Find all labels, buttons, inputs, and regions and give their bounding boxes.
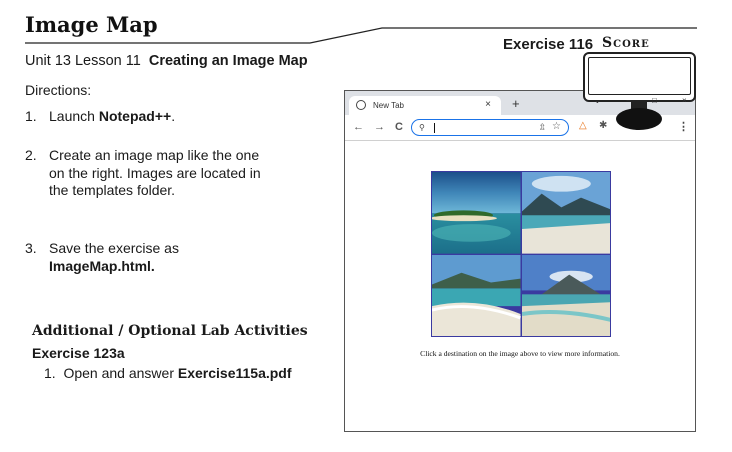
exercise-number: Exercise 116 [503,36,594,53]
address-input[interactable]: ⚲ ⇫ ☆ [411,119,569,136]
monitor-stand-base [616,108,662,130]
image-map [431,171,611,337]
step-text: Create an image map like the one on the … [49,147,261,198]
maximize-icon[interactable]: □ [652,96,657,105]
pdf-filename: Exercise115a.pdf [177,365,292,381]
lesson-title: Creating an Image Map [148,53,308,69]
new-tab-button[interactable]: + [512,96,520,111]
monitor-icon [583,52,696,102]
tab-label: New Tab [373,101,404,110]
page-title: Image Map [25,12,158,37]
lesson-prefix: Unit 13 Lesson 11 [25,53,141,69]
text-caret [434,123,435,133]
bookmark-star-icon[interactable]: ☆ [552,121,561,132]
step-1: 1. Launch Notepad++. [25,108,295,126]
image-shoreline-waves[interactable] [432,254,521,337]
additional-item: 1. Open and answer Exercise115a.pdf [44,365,292,381]
step-text: Launch Notepad++. [49,108,176,124]
directions-heading: Directions: [25,82,92,98]
monitor-screen [588,57,691,95]
image-island-aerial[interactable] [432,172,521,254]
search-icon: ⚲ [419,123,425,132]
puzzle-extensions-icon[interactable]: ✱ [599,120,607,131]
menu-icon[interactable]: ⋮ [678,120,689,133]
step-number: 2. [25,147,37,163]
filename-label: ImageMap.html. [49,257,155,274]
step-text: Save the exercise as ImageMap.html. [49,240,179,274]
step-number: 1. [25,108,37,124]
tab-new-tab[interactable]: New Tab × [349,96,501,115]
step-3: 3. Save the exercise as ImageMap.html. [25,240,295,276]
step-2: 2. Create an image map like the one on t… [25,147,295,219]
close-tab-icon[interactable]: × [485,99,491,110]
notepad-label: Notepad++ [98,108,172,124]
image-mountain-beach[interactable] [521,172,610,254]
image-volcano-lagoon[interactable] [521,254,610,337]
back-arrow-icon[interactable]: ← [353,121,364,133]
additional-heading: Additional / Optional Lab Activities [32,323,308,339]
reload-icon[interactable]: C [395,121,403,133]
share-icon[interactable]: ⇫ [538,122,546,133]
dropdown-icon[interactable]: ⌄ [594,96,601,105]
step-number: 3. [25,240,37,256]
close-window-icon[interactable]: × [682,96,687,105]
browser-window: New Tab × + ← → C ⚲ ⇫ ☆ △ ✱ ⋮ Click a de… [344,90,696,432]
minimize-icon[interactable]: − [626,96,631,105]
forward-arrow-icon[interactable]: → [374,121,385,133]
image-map-caption: Click a destination on the image above t… [420,349,620,358]
additional-exercise: Exercise 123a [32,345,125,361]
score-label: Score [602,35,650,51]
fox-extension-icon[interactable]: △ [579,120,587,131]
lesson-line: Unit 13 Lesson 11 Creating an Image Map [25,53,308,69]
chrome-icon [356,100,366,110]
